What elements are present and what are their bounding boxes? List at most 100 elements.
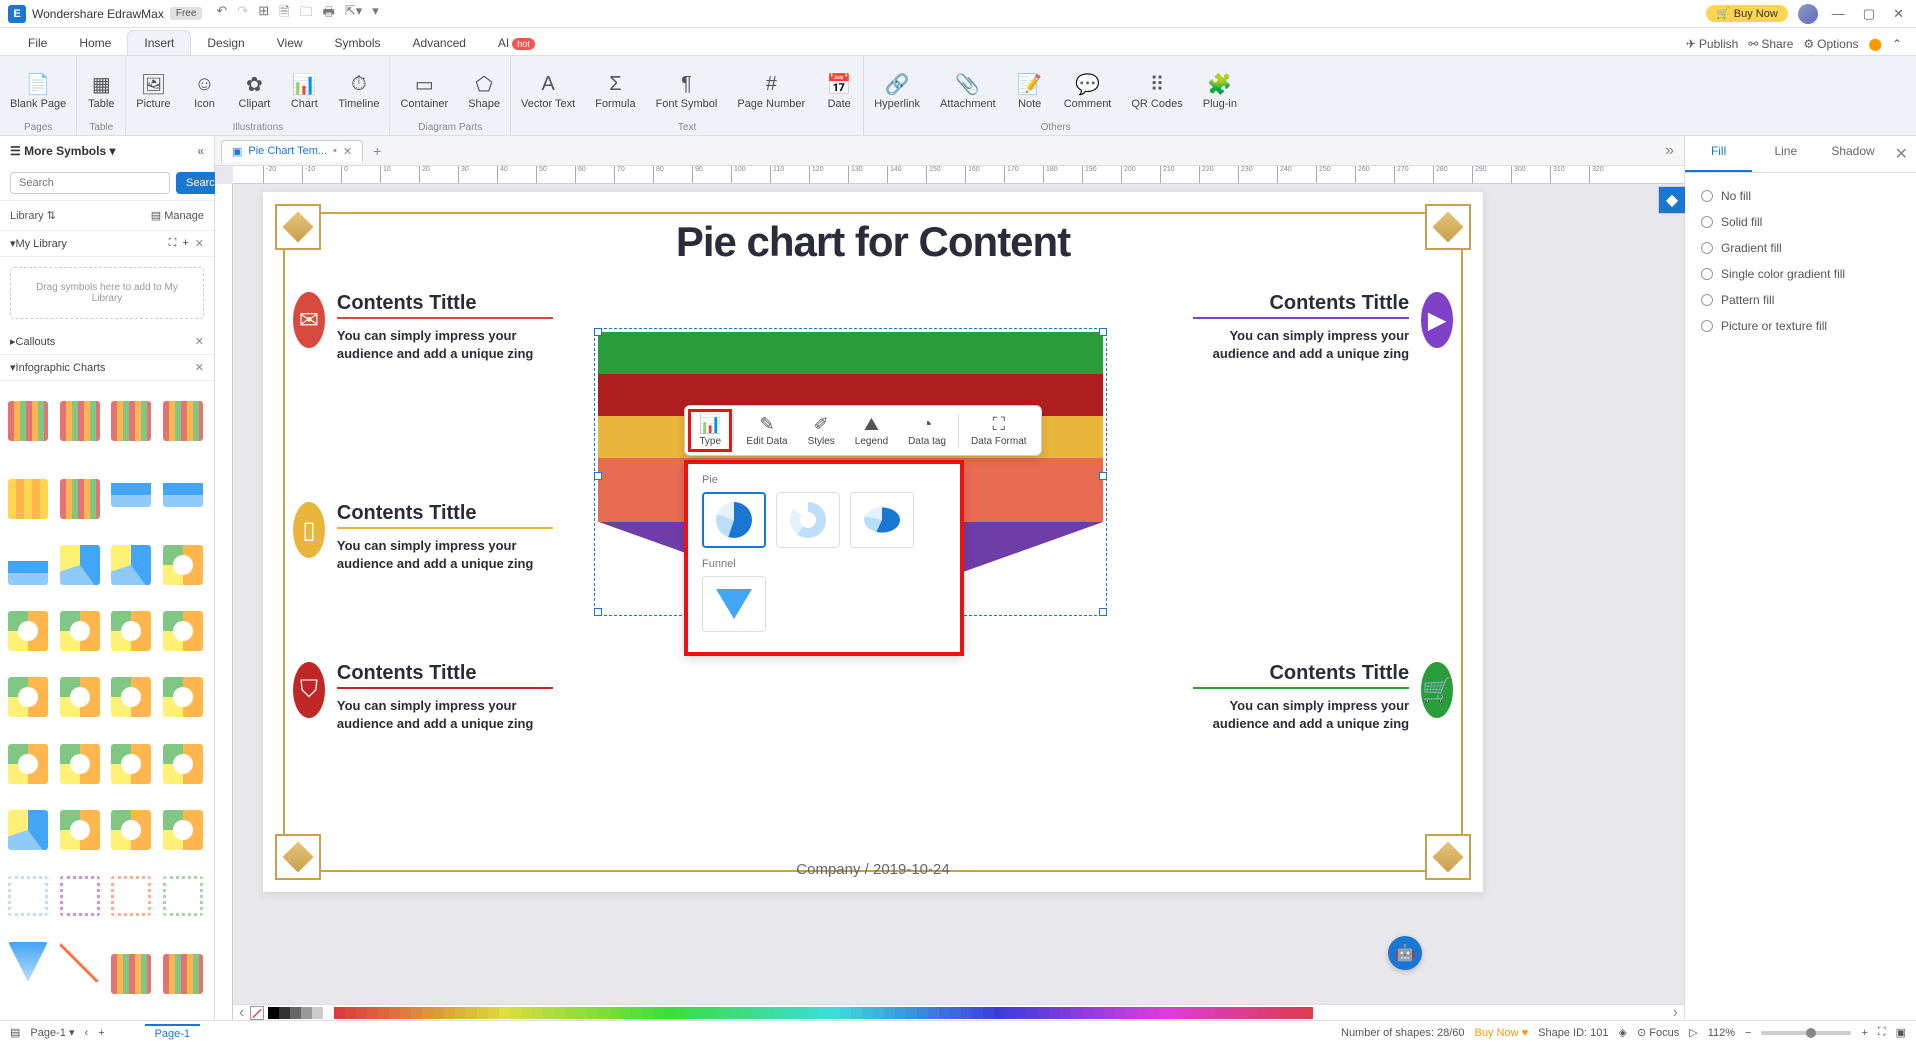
buy-now-button[interactable]: 🛒 Buy Now: [1706, 5, 1788, 22]
ribbon-formula[interactable]: ΣFormula: [585, 60, 645, 122]
maximize-button[interactable]: ▢: [1859, 6, 1879, 22]
color-swatch[interactable]: [466, 1007, 477, 1019]
tab-file[interactable]: File: [12, 31, 63, 55]
buy-now-link[interactable]: Buy Now ♥: [1475, 1027, 1529, 1039]
more-symbols-label[interactable]: ☰ More Symbols ▾: [10, 144, 115, 158]
notification-icon[interactable]: ⬤: [1869, 37, 1882, 51]
ribbon-table[interactable]: ▦Table: [77, 60, 125, 122]
expand-icon[interactable]: ⛶: [169, 237, 177, 250]
chart-thumb[interactable]: [8, 611, 48, 651]
qat-more-icon[interactable]: ▾: [372, 3, 379, 25]
undo-icon[interactable]: ↶: [216, 3, 227, 25]
resize-handle[interactable]: [594, 328, 602, 336]
color-swatch[interactable]: [488, 1007, 499, 1019]
document-tab[interactable]: ▣ Pie Chart Tem... • ✕: [221, 140, 363, 162]
color-swatch[interactable]: [686, 1007, 697, 1019]
color-swatch[interactable]: [906, 1007, 917, 1019]
color-swatch[interactable]: [631, 1007, 642, 1019]
color-swatch[interactable]: [653, 1007, 664, 1019]
user-avatar[interactable]: [1798, 4, 1818, 24]
color-swatch[interactable]: [268, 1007, 279, 1019]
publish-button[interactable]: ✈ Publish: [1686, 37, 1738, 51]
content-block[interactable]: ⛉ Contents Tittle You can simply impress…: [293, 662, 553, 732]
chart-thumb[interactable]: [111, 876, 151, 916]
tab-home[interactable]: Home: [63, 31, 127, 55]
chart-thumb[interactable]: [8, 401, 48, 441]
chart-thumb[interactable]: [163, 545, 203, 585]
ribbon-chart[interactable]: 📊Chart: [280, 60, 328, 122]
chart-thumb[interactable]: [111, 401, 151, 441]
callouts-section[interactable]: ▸ Callouts✕: [0, 329, 214, 355]
color-swatch[interactable]: [983, 1007, 994, 1019]
color-swatch[interactable]: [862, 1007, 873, 1019]
ribbon-date[interactable]: 📅Date: [815, 60, 863, 122]
fill-tab[interactable]: Fill: [1685, 136, 1752, 172]
chart-thumb[interactable]: [60, 677, 100, 717]
chart-thumb[interactable]: [111, 954, 151, 994]
color-swatch[interactable]: [1203, 1007, 1214, 1019]
color-swatch[interactable]: [422, 1007, 433, 1019]
fill-option[interactable]: No fill: [1701, 183, 1900, 209]
close-section-icon[interactable]: ✕: [195, 237, 204, 250]
drag-target[interactable]: Drag symbols here to add to My Library: [10, 267, 204, 319]
color-swatch[interactable]: [543, 1007, 554, 1019]
palette-prev-icon[interactable]: ‹: [239, 1004, 244, 1022]
qat-icon[interactable]: 🗎: [279, 3, 289, 25]
color-swatch[interactable]: [1159, 1007, 1170, 1019]
shape-fill-tool[interactable]: ◆: [1659, 187, 1685, 213]
chart-thumb[interactable]: [111, 744, 151, 784]
ribbon-qr[interactable]: ⠿QR Codes: [1121, 60, 1192, 122]
color-swatch[interactable]: [609, 1007, 620, 1019]
color-swatch[interactable]: [521, 1007, 532, 1019]
color-swatch[interactable]: [818, 1007, 829, 1019]
chart-thumb[interactable]: [163, 611, 203, 651]
chart-thumb[interactable]: [163, 954, 203, 994]
chart-thumb[interactable]: [111, 545, 151, 585]
color-swatch[interactable]: [785, 1007, 796, 1019]
ribbon-timeline[interactable]: ⏱Timeline: [328, 60, 389, 122]
color-swatch[interactable]: [1060, 1007, 1071, 1019]
chart-thumb[interactable]: [8, 810, 48, 850]
color-swatch[interactable]: [499, 1007, 510, 1019]
chart-thumb[interactable]: [60, 942, 100, 982]
color-swatch[interactable]: [642, 1007, 653, 1019]
chart-thumb[interactable]: [8, 545, 48, 585]
line-tab[interactable]: Line: [1752, 136, 1819, 172]
page-tab[interactable]: Page-1: [145, 1024, 200, 1042]
color-swatch[interactable]: [1016, 1007, 1027, 1019]
chart-thumb[interactable]: [163, 744, 203, 784]
color-swatch[interactable]: [400, 1007, 411, 1019]
color-swatch[interactable]: [290, 1007, 301, 1019]
color-swatch[interactable]: [1049, 1007, 1060, 1019]
color-swatch[interactable]: [917, 1007, 928, 1019]
tab-design[interactable]: Design: [191, 31, 260, 55]
no-color-swatch[interactable]: [250, 1006, 264, 1020]
color-swatch[interactable]: [1269, 1007, 1280, 1019]
pie-type-option[interactable]: [702, 492, 766, 548]
ribbon-page-number[interactable]: #Page Number: [727, 60, 815, 122]
color-swatch[interactable]: [356, 1007, 367, 1019]
color-swatch[interactable]: [1192, 1007, 1203, 1019]
color-swatch[interactable]: [708, 1007, 719, 1019]
color-swatch[interactable]: [1280, 1007, 1291, 1019]
ribbon-picture[interactable]: 🖼Picture: [126, 60, 180, 122]
fullscreen-icon[interactable]: ▣: [1896, 1026, 1906, 1039]
add-icon[interactable]: +: [182, 237, 188, 250]
chart-thumb[interactable]: [8, 677, 48, 717]
page-footer[interactable]: Company / 2019-10-24: [263, 861, 1483, 878]
color-swatch[interactable]: [1148, 1007, 1159, 1019]
fill-option[interactable]: Single color gradient fill: [1701, 261, 1900, 287]
color-swatch[interactable]: [565, 1007, 576, 1019]
prev-page-icon[interactable]: ‹: [84, 1027, 88, 1039]
chart-thumb[interactable]: [60, 611, 100, 651]
chart-thumb[interactable]: [60, 479, 100, 519]
color-swatch[interactable]: [895, 1007, 906, 1019]
ribbon-comment[interactable]: 💬Comment: [1054, 60, 1122, 122]
qat-icon[interactable]: ⊞: [258, 3, 269, 25]
color-swatch[interactable]: [730, 1007, 741, 1019]
color-swatch[interactable]: [1093, 1007, 1104, 1019]
color-swatch[interactable]: [972, 1007, 983, 1019]
color-swatch[interactable]: [301, 1007, 312, 1019]
color-swatch[interactable]: [807, 1007, 818, 1019]
chart-thumb[interactable]: [111, 810, 151, 850]
